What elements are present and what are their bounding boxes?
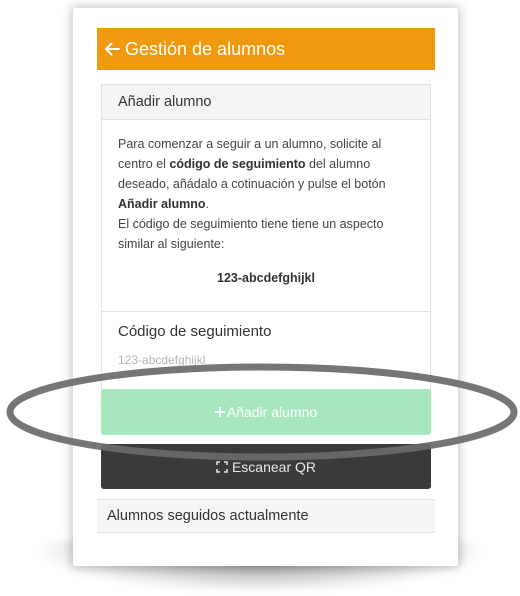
- instructions-bold-1: código de seguimiento: [169, 157, 306, 171]
- qr-scan-icon: [216, 460, 228, 473]
- scan-qr-button[interactable]: Escanear QR: [101, 444, 431, 489]
- followed-students-header: Alumnos seguidos actualmente: [97, 499, 435, 533]
- card-divider: [102, 311, 430, 312]
- sample-code: 123-abcdefghijkl: [217, 271, 315, 285]
- app-header: Gestión de alumnos: [97, 28, 435, 70]
- add-student-button-label: Añadir alumno: [226, 404, 318, 420]
- instructions-part-3: .: [205, 197, 209, 211]
- scan-qr-button-label: Escanear QR: [231, 458, 317, 475]
- instructions-text: Para comenzar a seguir a un alumno, soli…: [102, 120, 430, 288]
- instructions-paragraph-1: Para comenzar a seguir a un alumno, soli…: [118, 134, 414, 214]
- add-student-card: Añadir alumno Para comenzar a seguir a u…: [101, 84, 431, 394]
- tracking-code-label: Código de seguimiento: [118, 323, 272, 340]
- instructions-bold-2: Añadir alumno: [118, 197, 206, 211]
- page-title: Gestión de alumnos: [125, 38, 286, 59]
- phone-screen: Gestión de alumnos Añadir alumno Para co…: [73, 8, 458, 566]
- tracking-code-input[interactable]: [118, 349, 408, 371]
- arrow-left-icon[interactable]: [103, 40, 121, 58]
- add-student-card-title: Añadir alumno: [102, 85, 430, 120]
- add-student-button[interactable]: Añadir alumno: [101, 389, 431, 435]
- instructions-paragraph-2: El código de seguimiento tiene tiene un …: [118, 217, 384, 251]
- plus-icon: [214, 404, 226, 420]
